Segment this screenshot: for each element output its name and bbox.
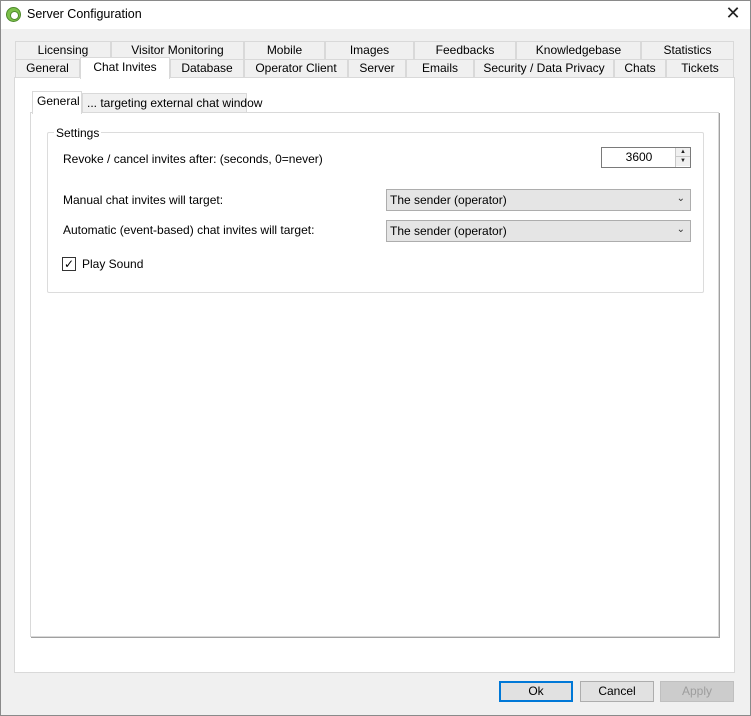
tab-general[interactable]: General xyxy=(15,59,80,78)
tab-mobile[interactable]: Mobile xyxy=(244,41,325,60)
window-title: Server Configuration xyxy=(27,7,142,21)
revoke-seconds-stepper[interactable]: 3600 ▲ ▼ xyxy=(601,147,691,168)
tab-feedbacks[interactable]: Feedbacks xyxy=(414,41,516,60)
cancel-button[interactable]: Cancel xyxy=(580,681,654,702)
inner-tab-general[interactable]: General xyxy=(32,91,82,114)
automatic-target-select[interactable]: The sender (operator) ⌄ xyxy=(386,220,691,242)
manual-target-label: Manual chat invites will target: xyxy=(63,193,224,207)
tab-knowledgebase[interactable]: Knowledgebase xyxy=(516,41,641,60)
manual-target-select[interactable]: The sender (operator) ⌄ xyxy=(386,189,691,211)
tab-emails[interactable]: Emails xyxy=(406,59,474,78)
tab-chats[interactable]: Chats xyxy=(614,59,666,78)
revoke-label: Revoke / cancel invites after: (seconds,… xyxy=(63,152,323,166)
tab-chat-invites[interactable]: Chat Invites xyxy=(80,57,170,79)
ok-button[interactable]: Ok xyxy=(499,681,573,702)
chevron-down-icon: ⌄ xyxy=(676,193,685,204)
stepper-buttons: ▲ ▼ xyxy=(675,148,690,167)
automatic-target-value: The sender (operator) xyxy=(390,224,507,238)
close-button[interactable]: ✕ xyxy=(716,1,750,29)
tab-security-data-privacy[interactable]: Security / Data Privacy xyxy=(474,59,614,78)
settings-group-label: Settings xyxy=(54,126,102,140)
apply-button[interactable]: Apply xyxy=(660,681,734,702)
play-sound-checkbox[interactable]: ✓ xyxy=(62,257,76,271)
tab-operator-client[interactable]: Operator Client xyxy=(244,59,348,78)
play-sound-label[interactable]: Play Sound xyxy=(82,257,143,271)
title-bar: Server Configuration ✕ xyxy=(1,1,750,29)
revoke-seconds-value[interactable]: 3600 xyxy=(602,148,674,167)
tab-tickets[interactable]: Tickets xyxy=(666,59,734,78)
tab-statistics[interactable]: Statistics xyxy=(641,41,734,60)
chevron-down-icon: ⌄ xyxy=(676,224,685,235)
gear-icon xyxy=(6,7,21,22)
tab-database[interactable]: Database xyxy=(170,59,244,78)
automatic-target-label: Automatic (event-based) chat invites wil… xyxy=(63,223,315,237)
inner-tab-external-chat-window[interactable]: ... targeting external chat window xyxy=(82,93,262,114)
tab-server[interactable]: Server xyxy=(348,59,406,78)
chevron-up-icon[interactable]: ▲ xyxy=(676,148,690,157)
checkmark-icon: ✓ xyxy=(63,257,75,271)
manual-target-value: The sender (operator) xyxy=(390,193,507,207)
tab-images[interactable]: Images xyxy=(325,41,414,60)
chevron-down-icon[interactable]: ▼ xyxy=(676,157,690,166)
